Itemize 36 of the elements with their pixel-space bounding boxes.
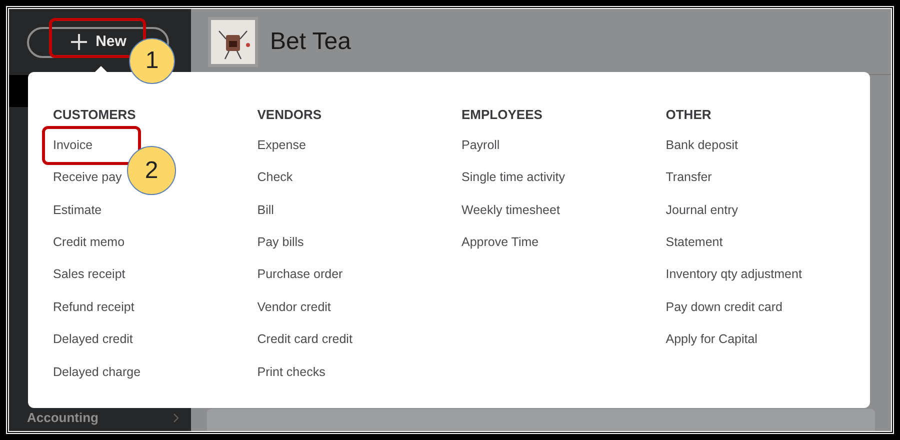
menu-item[interactable]: Expense [257, 136, 306, 155]
menu-item[interactable]: Journal entry [666, 200, 738, 220]
menu-item[interactable]: Check [257, 168, 293, 187]
menu-item[interactable]: Statement [666, 232, 723, 252]
menu-item[interactable]: Print checks [257, 362, 326, 382]
menu-item[interactable]: Pay bills [257, 232, 304, 252]
menu-item[interactable]: Credit card credit [257, 330, 352, 349]
menu-item[interactable]: Bill [257, 200, 274, 220]
menu-item[interactable]: Apply for Capital [666, 330, 758, 349]
logo-icon [208, 16, 258, 66]
menu-item[interactable]: Approve Time [462, 232, 539, 252]
menu-item[interactable]: Invoice [53, 136, 93, 155]
menu-item[interactable]: Inventory qty adjustment [666, 265, 802, 284]
menu-heading: CUSTOMERS [53, 106, 137, 124]
menu-heading: VENDORS [257, 106, 323, 124]
menu-item[interactable]: Vendor credit [257, 298, 331, 317]
menu-item[interactable]: Pay down credit card [666, 298, 782, 317]
menu-heading: OTHER [666, 106, 712, 124]
plus-icon [70, 33, 88, 51]
menu-item[interactable]: Delayed credit [53, 330, 133, 349]
menu-item[interactable]: Transfer [666, 168, 712, 187]
menu-item[interactable]: Payroll [462, 136, 500, 155]
company-name: Bet Tea [270, 26, 351, 56]
menu-item[interactable]: Estimate [53, 200, 102, 220]
menu-item[interactable]: Bank deposit [666, 136, 738, 155]
menu-item[interactable]: Purchase order [257, 265, 343, 284]
menu-item[interactable]: Weekly timesheet [462, 200, 560, 220]
menu-item[interactable]: Receive pay [53, 168, 122, 187]
menu-heading: EMPLOYEES [462, 106, 544, 124]
menu-item[interactable]: Credit memo [53, 232, 125, 252]
chevron-right-icon [173, 413, 179, 423]
sidebar-item[interactable]: Accounting [9, 405, 191, 431]
menu-item[interactable]: Single time activity [462, 168, 566, 187]
menu-item[interactable]: Sales receipt [53, 265, 126, 284]
menu-item[interactable]: Delayed charge [53, 362, 141, 382]
menu-item[interactable]: Refund receipt [53, 298, 134, 317]
